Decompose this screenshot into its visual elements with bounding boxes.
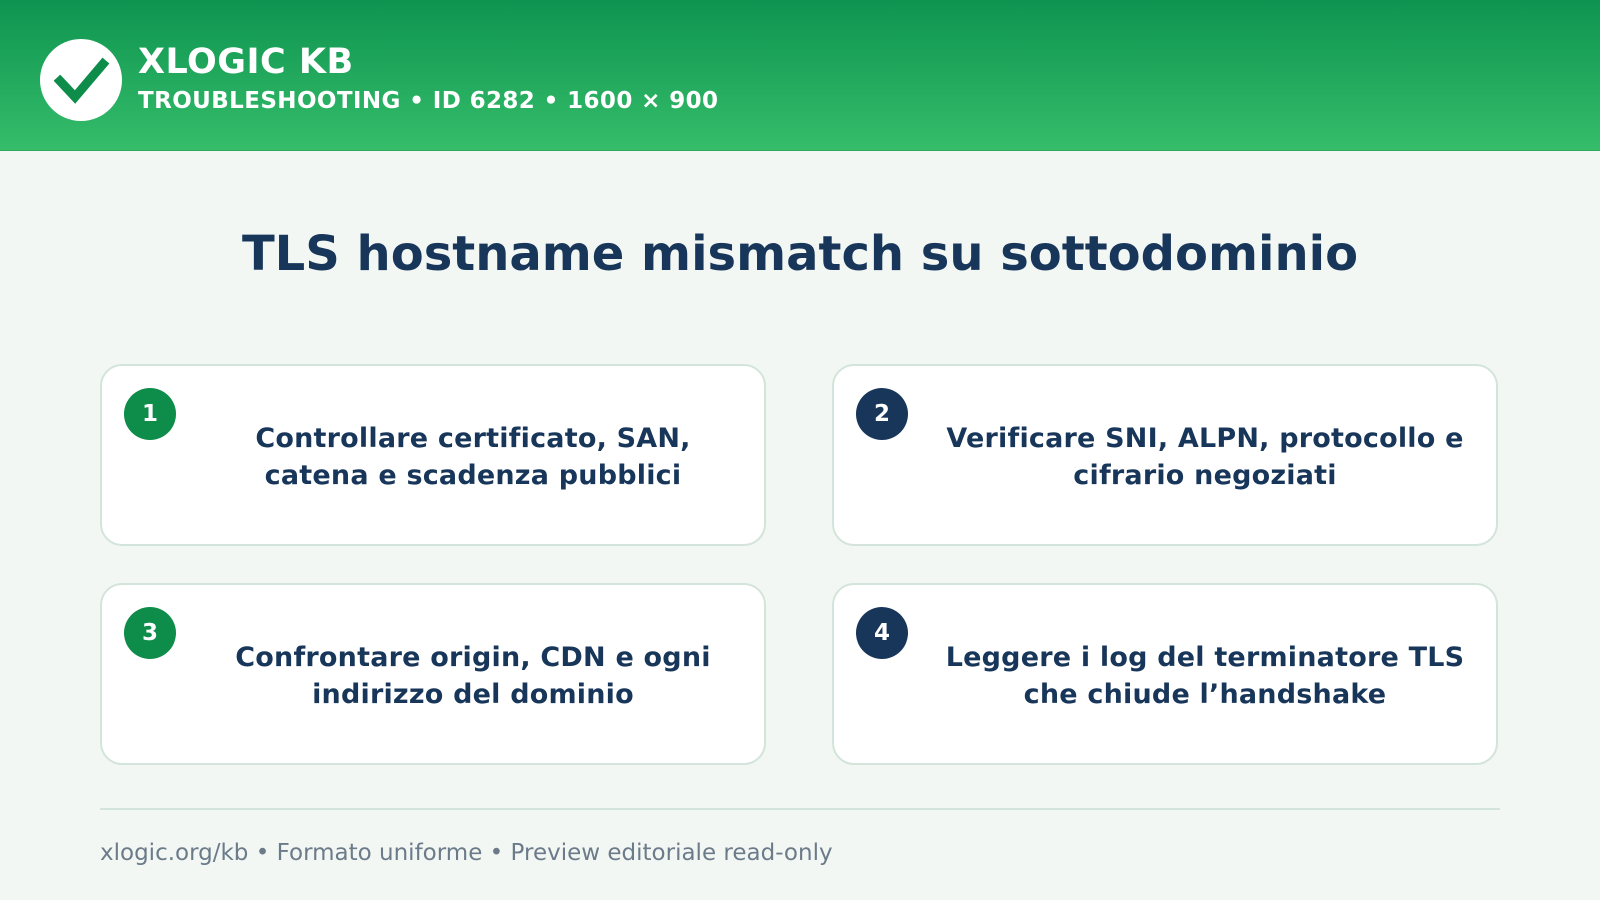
step-number-badge: 3 [124, 607, 176, 659]
step-number-badge: 4 [856, 607, 908, 659]
step-text: Confrontare origin, CDN e ogni indirizzo… [235, 642, 711, 710]
page-title: TLS hostname mismatch su sottodominio [241, 226, 1359, 282]
step-card-3: 3 Confrontare origin, CDN e ogni indiriz… [100, 583, 766, 765]
step-number-badge: 1 [124, 388, 176, 440]
step-text: Verificare SNI, ALPN, protocollo e cifra… [946, 423, 1464, 491]
step-card-4: 4 Leggere i log del terminatore TLS che … [832, 583, 1498, 765]
step-number-badge: 2 [856, 388, 908, 440]
step-card-2: 2 Verificare SNI, ALPN, protocollo e cif… [832, 364, 1498, 546]
step-text: Leggere i log del terminatore TLS che ch… [945, 642, 1465, 710]
footer-text: xlogic.org/kb • Formato uniforme • Previ… [100, 840, 833, 866]
header-subtitle: TROUBLESHOOTING • ID 6282 • 1600 × 900 [138, 88, 719, 114]
brand-title: XLOGIC KB [138, 42, 354, 82]
step-card-1: 1 Controllare certificato, SAN, catena e… [100, 364, 766, 546]
checkmark-icon [53, 57, 110, 104]
header-bar: XLOGIC KB TROUBLESHOOTING • ID 6282 • 16… [0, 0, 1600, 151]
step-text: Controllare certificato, SAN, catena e s… [255, 423, 691, 491]
logo [40, 39, 122, 121]
footer-divider [100, 808, 1500, 810]
